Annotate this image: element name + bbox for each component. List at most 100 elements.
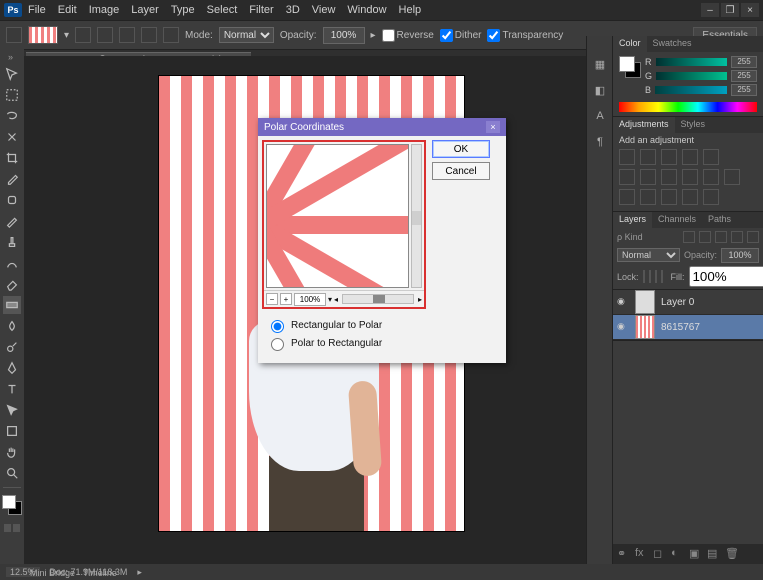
crop-tool[interactable] [3,149,21,167]
menu-edit[interactable]: Edit [58,4,77,16]
layer-row[interactable]: ◉ Layer 0 [613,290,763,315]
window-close-button[interactable]: × [741,3,759,17]
adj-thresh-icon[interactable] [661,189,677,205]
zoom-out-icon[interactable]: − [266,293,278,305]
move-tool[interactable] [3,65,21,83]
fill-input[interactable] [689,266,763,287]
layer-name[interactable]: 8615767 [661,322,700,333]
gradient-linear-icon[interactable] [75,27,91,43]
preview-v-scrollbar[interactable] [411,144,422,288]
pen-tool[interactable] [3,359,21,377]
tab-paths[interactable]: Paths [702,212,737,228]
menu-file[interactable]: File [28,4,46,16]
quick-select-tool[interactable] [3,128,21,146]
transparency-checkbox[interactable] [487,29,500,42]
layer-row[interactable]: ◉ 8615767 [613,315,763,340]
ok-button[interactable]: OK [432,140,490,158]
filter-type-icon[interactable] [715,231,727,243]
layer-mask-icon[interactable]: ◻ [653,547,667,561]
window-maximize-button[interactable]: ❐ [721,3,739,17]
history-panel-icon[interactable]: ▦ [592,56,608,72]
r-slider[interactable] [656,58,728,66]
tab-color[interactable]: Color [613,36,647,52]
brush-tool[interactable] [3,212,21,230]
path-select-tool[interactable] [3,401,21,419]
color-swatches[interactable] [2,495,22,515]
adj-hue-icon[interactable] [619,169,635,185]
menu-3d[interactable]: 3D [286,4,300,16]
marquee-tool[interactable] [3,86,21,104]
adj-levels-icon[interactable] [640,149,656,165]
menu-select[interactable]: Select [207,4,238,16]
shape-tool[interactable] [3,422,21,440]
filter-adjust-icon[interactable] [699,231,711,243]
window-minimize-button[interactable]: – [701,3,719,17]
blend-mode-select[interactable]: Normal [219,27,274,43]
menu-filter[interactable]: Filter [249,4,273,16]
lock-position-icon[interactable] [655,270,657,283]
tool-preset-picker[interactable] [6,27,22,43]
type-tool[interactable] [3,380,21,398]
menu-window[interactable]: Window [347,4,386,16]
reverse-checkbox[interactable] [382,29,395,42]
hue-ramp[interactable] [619,102,757,112]
dialog-close-icon[interactable]: × [486,121,500,133]
new-group-icon[interactable]: ▣ [689,547,703,561]
r-value[interactable]: 255 [731,56,757,68]
tab-layers[interactable]: Layers [613,212,652,228]
dodge-tool[interactable] [3,338,21,356]
dither-checkbox[interactable] [440,29,453,42]
visibility-icon[interactable]: ◉ [617,321,629,333]
layer-thumb[interactable] [635,315,655,339]
gradient-angle-icon[interactable] [119,27,135,43]
opacity-flyout-icon[interactable]: ▸ [371,30,376,41]
zoom-tool[interactable] [3,464,21,482]
opacity-input[interactable] [323,27,365,44]
menu-layer[interactable]: Layer [131,4,159,16]
polar-to-rect-radio[interactable] [271,338,284,351]
lock-transparent-icon[interactable] [643,270,645,283]
adj-lookup-icon[interactable] [724,169,740,185]
adj-mixer-icon[interactable] [703,169,719,185]
gradient-tool[interactable] [3,296,21,314]
lock-pixels-icon[interactable] [649,270,651,283]
filter-smart-icon[interactable] [747,231,759,243]
toolbox-handle-icon[interactable]: » [8,52,16,60]
foreground-color-swatch[interactable] [2,495,16,509]
menu-help[interactable]: Help [399,4,422,16]
filter-pixel-icon[interactable] [683,231,695,243]
adj-poster-icon[interactable] [640,189,656,205]
new-fill-icon[interactable]: ◐ [671,547,685,561]
preview-h-scrollbar[interactable] [342,294,414,304]
tab-mini-bridge[interactable]: Mini Bridge [30,568,75,578]
lasso-tool[interactable] [3,107,21,125]
delete-layer-icon[interactable]: 🗑 [725,547,739,561]
option-rect-to-polar[interactable]: Rectangular to Polar [266,317,498,333]
blur-tool[interactable] [3,317,21,335]
lock-all-icon[interactable] [661,270,663,283]
visibility-icon[interactable]: ◉ [617,296,629,308]
scroll-left-icon[interactable]: ◂ [334,295,338,304]
gradient-reflected-icon[interactable] [141,27,157,43]
tab-timeline[interactable]: Timeline [83,568,117,578]
cancel-button[interactable]: Cancel [432,162,490,180]
healing-tool[interactable] [3,191,21,209]
adj-vibrance-icon[interactable] [703,149,719,165]
gradient-diamond-icon[interactable] [163,27,179,43]
preview-zoom-input[interactable] [294,293,326,306]
layer-name[interactable]: Layer 0 [661,297,694,308]
rect-to-polar-radio[interactable] [271,320,284,333]
eraser-tool[interactable] [3,275,21,293]
paragraph-panel-icon[interactable]: ¶ [592,134,608,150]
adj-selcolor-icon[interactable] [703,189,719,205]
tab-swatches[interactable]: Swatches [647,36,698,52]
adj-invert-icon[interactable] [619,189,635,205]
eyedropper-tool[interactable] [3,170,21,188]
adj-curves-icon[interactable] [661,149,677,165]
gradient-preview[interactable] [28,26,58,44]
g-value[interactable]: 255 [731,70,757,82]
option-polar-to-rect[interactable]: Polar to Rectangular [266,335,498,351]
tab-channels[interactable]: Channels [652,212,702,228]
hand-tool[interactable] [3,443,21,461]
adj-exposure-icon[interactable] [682,149,698,165]
